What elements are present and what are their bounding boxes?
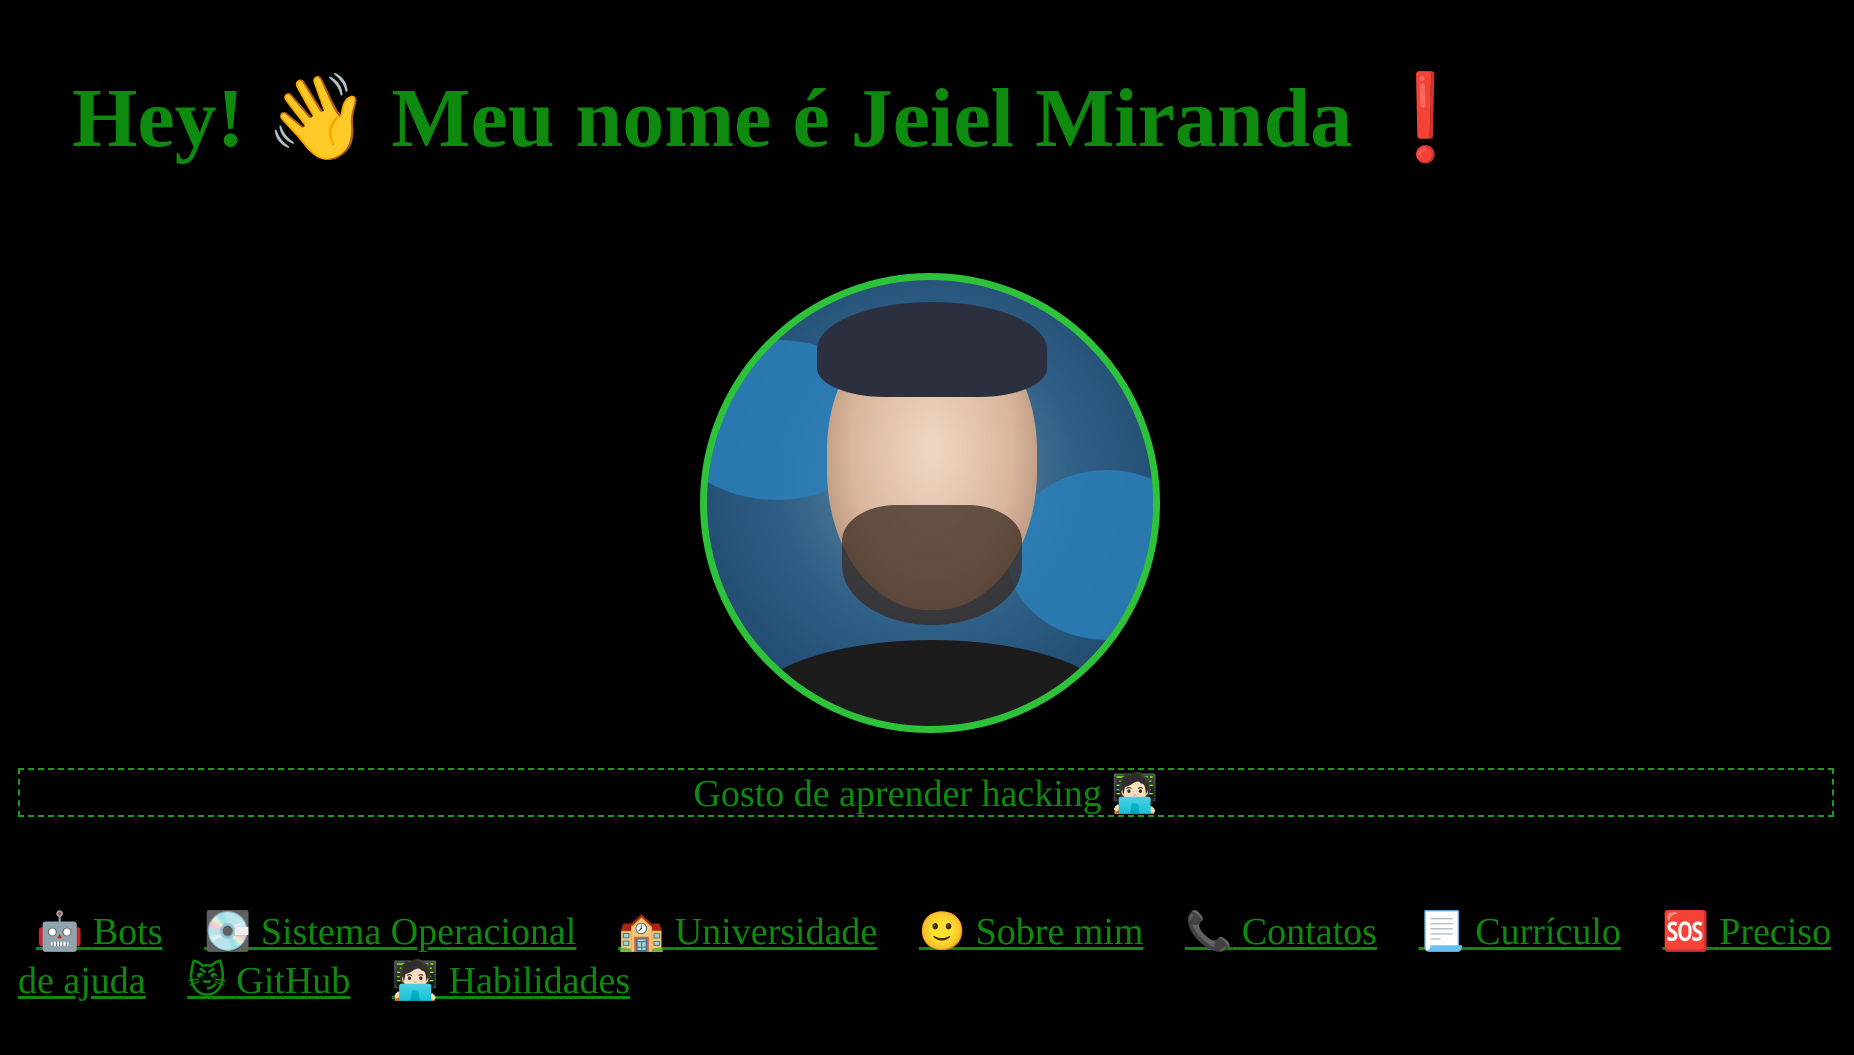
nav-link-habilidades[interactable]: 🧑🏻‍💻 Habilidades bbox=[391, 958, 631, 1002]
nav-link-bots[interactable]: 🤖 Bots bbox=[36, 909, 163, 953]
nav-link-label: Universidade bbox=[674, 911, 878, 953]
nav-link-sistema-operacional[interactable]: 💽 Sistema Operacional bbox=[204, 909, 577, 953]
nav-link-github[interactable]: 😼 GitHub bbox=[187, 958, 351, 1002]
profile-avatar bbox=[700, 273, 1160, 733]
sos-icon: 🆘 bbox=[1662, 909, 1710, 953]
avatar-hair bbox=[817, 302, 1047, 397]
page-title: Hey! 👋 Meu nome é Jeiel Miranda ❗ bbox=[72, 62, 1478, 174]
technologist-icon: 🧑🏻‍💻 bbox=[1111, 771, 1159, 815]
nav-link-label: Contatos bbox=[1241, 911, 1377, 953]
robot-icon: 🤖 bbox=[36, 909, 84, 953]
nav-link-label: Sistema Operacional bbox=[260, 911, 577, 953]
avatar-shirt bbox=[747, 640, 1117, 726]
disc-icon: 💽 bbox=[204, 909, 252, 953]
nav-link-sobre-mim[interactable]: 🙂 Sobre mim bbox=[918, 909, 1144, 953]
nav-link-label: Sobre mim bbox=[975, 911, 1144, 953]
smiley-icon: 🙂 bbox=[918, 909, 967, 953]
nav-link-universidade[interactable]: 🏫 Universidade bbox=[617, 909, 878, 953]
greeting-text: Hey! bbox=[72, 72, 245, 165]
technologist-icon: 🧑🏻‍💻 bbox=[391, 958, 440, 1002]
nav-links: 🤖 Bots 💽 Sistema Operacional 🏫 Universid… bbox=[18, 907, 1838, 1005]
document-icon: 📃 bbox=[1418, 909, 1466, 953]
avatar-beard bbox=[842, 505, 1022, 625]
nav-link-label: GitHub bbox=[236, 960, 351, 1002]
exclamation-icon: ❗ bbox=[1373, 68, 1478, 166]
waving-hand-icon: 👋 bbox=[265, 68, 371, 166]
nav-link-contatos[interactable]: 📞 Contatos bbox=[1184, 909, 1377, 953]
name-text: Meu nome é Jeiel Miranda bbox=[391, 72, 1353, 165]
tagline-text: Gosto de aprender hacking bbox=[693, 773, 1102, 815]
cat-icon: 😼 bbox=[187, 958, 227, 1002]
school-icon: 🏫 bbox=[617, 909, 666, 953]
tagline-box: Gosto de aprender hacking 🧑🏻‍💻 bbox=[18, 768, 1834, 817]
nav-link-label: Currículo bbox=[1475, 911, 1621, 953]
phone-icon: 📞 bbox=[1184, 909, 1233, 953]
nav-link-curriculo[interactable]: 📃 Currículo bbox=[1418, 909, 1621, 953]
nav-link-label: Habilidades bbox=[448, 960, 631, 1002]
nav-link-label: Bots bbox=[92, 911, 163, 953]
